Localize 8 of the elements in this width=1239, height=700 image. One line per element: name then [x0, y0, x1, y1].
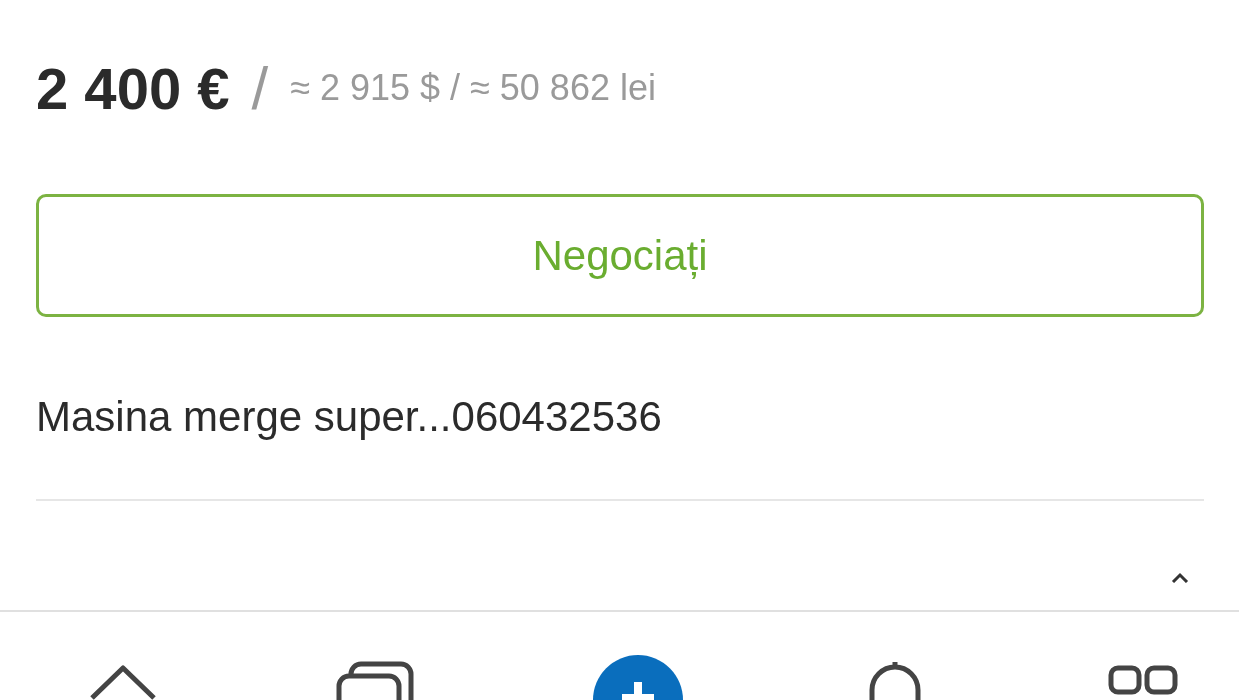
price-separator: / [251, 53, 269, 123]
chevron-up-icon[interactable] [1170, 571, 1190, 583]
add-icon[interactable] [591, 654, 684, 700]
price: 2 400 € [36, 54, 230, 122]
negotiate-button[interactable]: Negociați [36, 194, 1204, 317]
converted-prices: ≈ 2 915 $ / ≈ 50 862 lei [290, 67, 656, 109]
description-text: Masina merge super...060432536 [36, 393, 663, 441]
cards-icon[interactable] [334, 660, 415, 700]
